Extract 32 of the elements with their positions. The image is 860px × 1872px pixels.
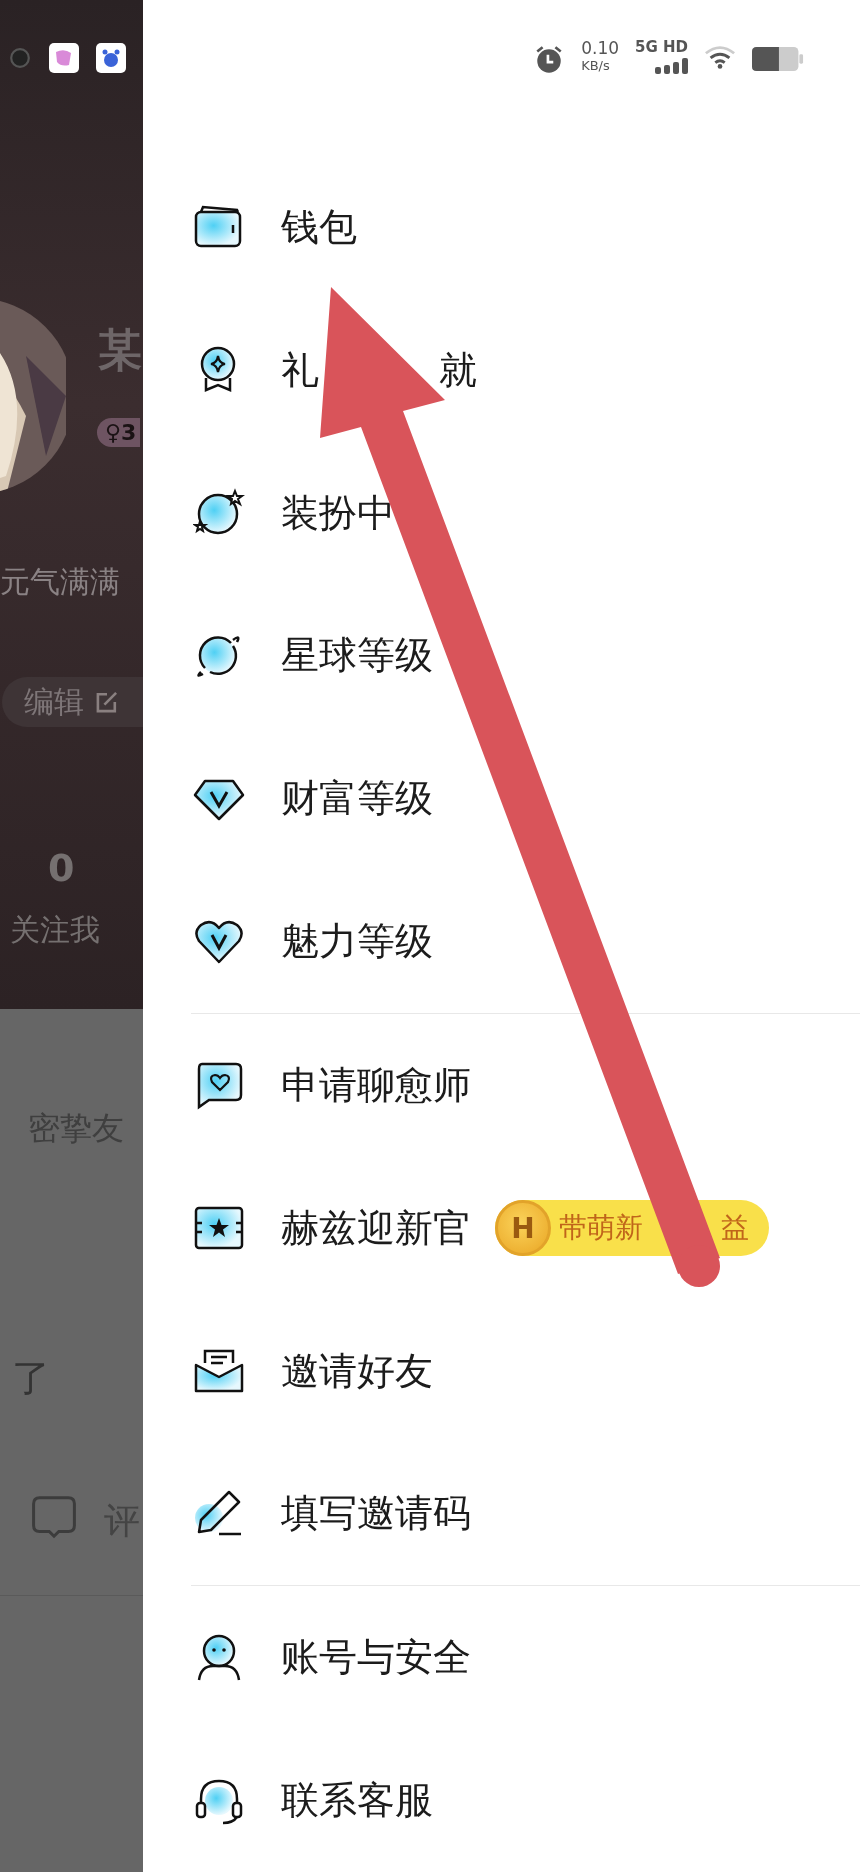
coin-icon: H [495, 1200, 551, 1257]
edit-icon [94, 689, 120, 715]
menu-item[interactable]: 财富等级 [281, 773, 433, 825]
menu-item[interactable]: 星球等级 [281, 630, 433, 682]
network-type: 5G HD [635, 40, 688, 55]
bio-text: 元气满满 [0, 563, 120, 601]
gender-age-badge: ♀3 [97, 418, 141, 447]
speed-unit: KB/s [581, 59, 610, 72]
comment-icon [30, 1493, 78, 1541]
signal-icon [654, 58, 688, 74]
network-speed: 0.10 [581, 40, 619, 57]
menu-item[interactable]: 填写邀请码 [281, 1488, 471, 1540]
menu-item[interactable]: 赫兹迎新官 [281, 1202, 471, 1254]
menu-item[interactable]: 礼 [281, 344, 319, 396]
menu-item[interactable]: 账号与安全 [281, 1632, 471, 1684]
stat-value: 0 [48, 846, 75, 890]
battery-icon [752, 46, 804, 72]
menu-item[interactable]: 装扮中 [281, 487, 395, 539]
app-icon [49, 43, 79, 73]
wifi-icon [704, 44, 736, 70]
badge-text: 益 [721, 1210, 749, 1247]
menu-item[interactable]: 魅力等级 [281, 916, 433, 968]
menu-item[interactable]: 申请聊愈师 [281, 1059, 471, 1111]
user-name: 某 [98, 328, 142, 372]
menu-item[interactable]: 邀请好友 [281, 1345, 433, 1397]
badge-text: 带萌新 [559, 1210, 643, 1247]
menu-item-text: 就 [439, 346, 477, 394]
menu-item[interactable]: 联系客服 [281, 1775, 433, 1826]
status-icon [9, 47, 31, 69]
app-icon [96, 43, 126, 73]
menu-item[interactable]: 钱包 [281, 201, 357, 253]
stat-label: 关注我 [10, 911, 100, 949]
